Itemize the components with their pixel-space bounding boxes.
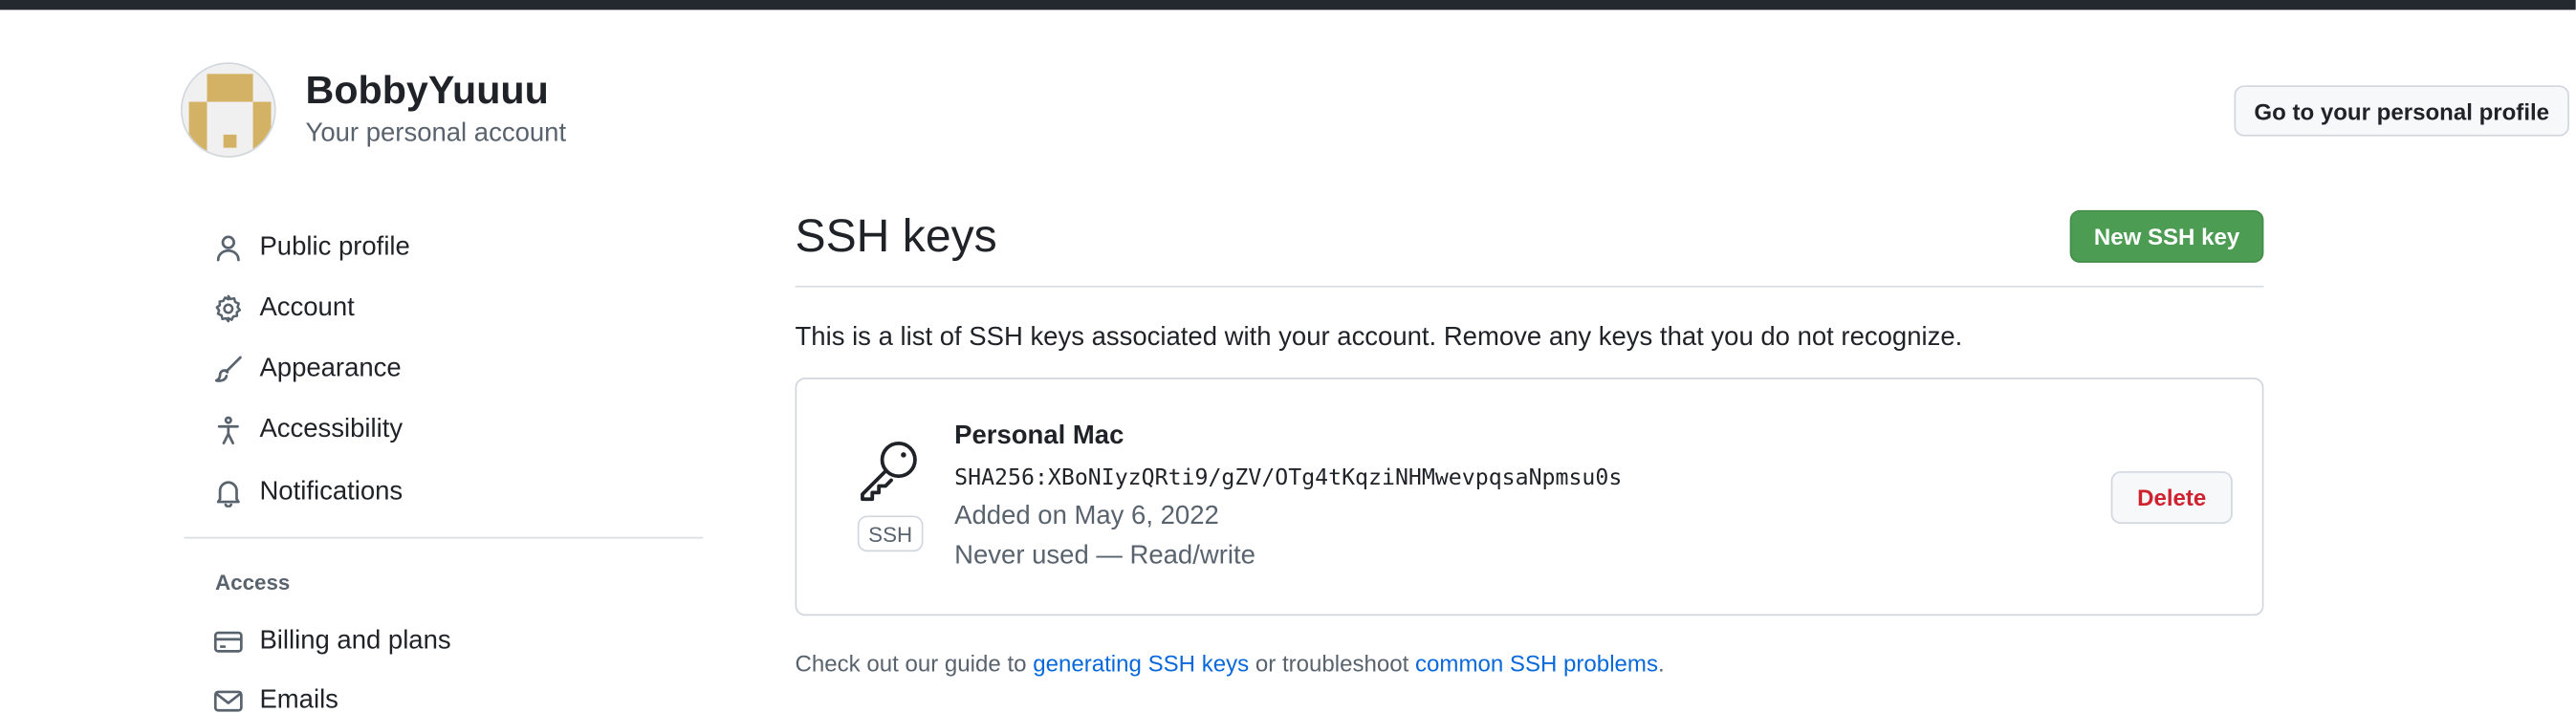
footer-middle: or troubleshoot — [1249, 650, 1416, 677]
intro-text: This is a list of SSH keys associated wi… — [795, 323, 1963, 352]
sidebar-divider — [184, 536, 704, 539]
key-fingerprint: SHA256:XBoNIyzQRti9/gZV/OTg4tKqziNHMwevp… — [954, 465, 1623, 491]
ssh-key-list — [795, 378, 2264, 616]
key-icon — [858, 437, 924, 503]
settings-page: BobbyYuuuu Your personal account Go to y… — [0, 0, 2576, 713]
page-title: SSH keys — [795, 209, 997, 262]
account-subtitle: Your personal account — [305, 119, 567, 148]
top-bar — [0, 0, 2576, 11]
sidebar-item-public-profile[interactable]: Public profile — [213, 224, 410, 273]
key-added-date: Added on May 6, 2022 — [954, 502, 1219, 530]
sidebar-item-emails[interactable]: Emails — [213, 677, 338, 713]
sidebar-item-label: Public profile — [259, 232, 410, 262]
sidebar-heading-access: Access — [215, 570, 291, 594]
avatar[interactable] — [180, 62, 276, 158]
sidebar-item-label: Appearance — [259, 355, 402, 383]
mail-icon — [213, 686, 243, 712]
paintbrush-icon — [213, 355, 243, 384]
generating-ssh-keys-link[interactable]: generating SSH keys — [1033, 650, 1249, 676]
sidebar-item-label: Notifications — [259, 477, 404, 507]
footer-note: Check out our guide to generating SSH ke… — [796, 650, 1665, 676]
accessibility-icon — [213, 416, 243, 445]
new-ssh-key-button[interactable]: New SSH key — [2069, 209, 2264, 263]
gear-icon — [213, 294, 243, 324]
key-title: Personal Mac — [954, 421, 1124, 450]
sidebar-item-label: Emails — [259, 686, 338, 713]
footer-suffix: . — [1657, 650, 1665, 677]
delete-key-button[interactable]: Delete — [2110, 471, 2233, 525]
person-icon — [213, 233, 243, 263]
sidebar-item-account[interactable]: Account — [213, 284, 355, 334]
credit-card-icon — [213, 627, 243, 657]
ssh-type-label: SSH — [857, 515, 924, 552]
account-name[interactable]: BobbyYuuuu — [306, 69, 549, 115]
go-to-profile-button[interactable]: Go to your personal profile — [2234, 85, 2569, 137]
sidebar-item-accessibility[interactable]: Accessibility — [213, 405, 403, 455]
sidebar-item-label: Account — [259, 293, 355, 322]
identicon-image — [182, 64, 274, 157]
common-ssh-problems-link[interactable]: common SSH problems — [1415, 650, 1658, 676]
sidebar-item-label: Accessibility — [259, 415, 404, 443]
title-divider — [795, 285, 2264, 288]
sidebar-item-notifications[interactable]: Notifications — [213, 468, 403, 518]
sidebar-item-billing[interactable]: Billing and plans — [213, 617, 451, 667]
sidebar-item-appearance[interactable]: Appearance — [213, 345, 402, 395]
footer-prefix: Check out our guide to — [795, 650, 1034, 677]
bell-icon — [213, 478, 243, 508]
key-usage: Never used — Read/write — [954, 541, 1255, 571]
sidebar-item-label: Billing and plans — [259, 627, 451, 656]
